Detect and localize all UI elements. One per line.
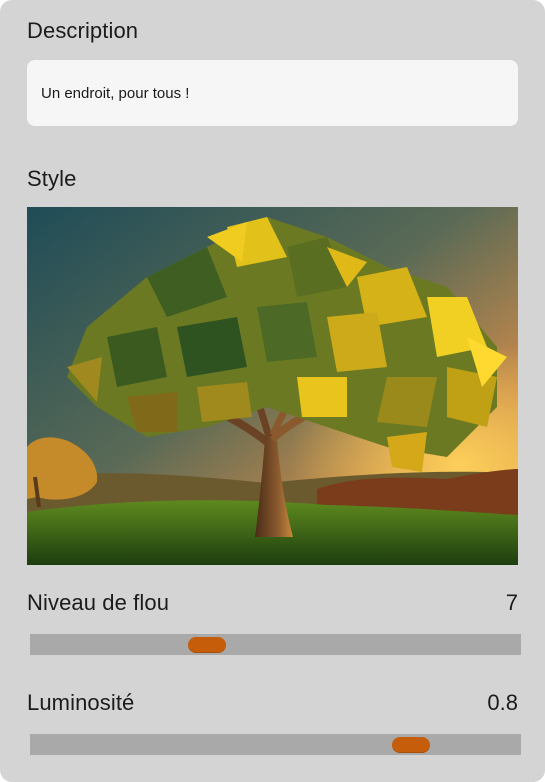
description-input[interactable]: [41, 84, 504, 102]
brightness-label: Luminosité: [27, 690, 135, 715]
blur-slider-thumb[interactable]: [187, 637, 226, 653]
style-image[interactable]: [27, 207, 518, 565]
style-label: Style: [27, 166, 77, 191]
blur-label: Niveau de flou: [27, 590, 170, 615]
tree-illustration: [27, 207, 518, 565]
description-label: Description: [27, 18, 139, 43]
description-field[interactable]: [27, 60, 518, 126]
brightness-value: 0.8: [487, 690, 518, 715]
blur-slider-track[interactable]: [30, 634, 521, 655]
settings-panel: Description Style: [0, 0, 545, 782]
blur-value: 7: [505, 590, 518, 615]
brightness-slider-thumb[interactable]: [391, 737, 430, 753]
brightness-slider-track[interactable]: [30, 734, 521, 755]
